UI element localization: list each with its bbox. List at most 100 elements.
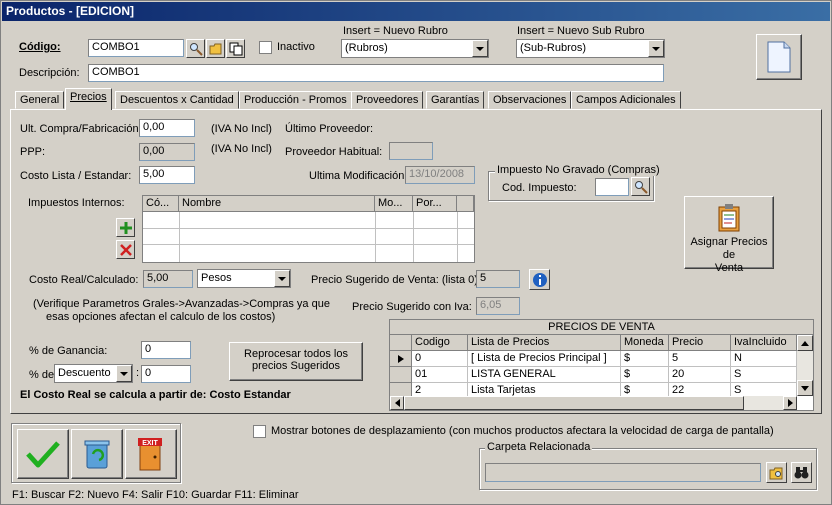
impuestos-internos-grid[interactable]: Có... Nombre Mo... Por...: [142, 195, 475, 263]
costo-real-note: El Costo Real se calcula a partir de: Co…: [20, 389, 291, 401]
add-impuesto-button[interactable]: [116, 218, 135, 237]
table-cell[interactable]: LISTA GENERAL: [468, 367, 621, 383]
subrubro-hint: Insert = Nuevo Sub Rubro: [517, 25, 645, 37]
current-row-indicator: [390, 351, 412, 367]
current-row-arrow-icon: [397, 354, 404, 363]
ult-compra-input[interactable]: 0,00: [139, 119, 195, 137]
codigo-input[interactable]: COMBO1: [88, 39, 184, 57]
scroll-left-button[interactable]: [390, 396, 404, 410]
costo-lista-input[interactable]: 5,00: [139, 166, 195, 184]
info-button[interactable]: [529, 269, 550, 290]
ultimo-proveedor-label: Último Proveedor:: [285, 123, 374, 135]
table-cell[interactable]: [ Lista de Precios Principal ]: [468, 351, 621, 367]
scroll-thumb[interactable]: [404, 396, 744, 410]
table-cell[interactable]: N: [731, 351, 797, 367]
rubro-hint: Insert = Nuevo Rubro: [343, 25, 448, 37]
tab-general[interactable]: General: [15, 91, 65, 109]
chevron-down-icon: [648, 40, 664, 57]
imp-col-porcentaje: Por...: [413, 196, 457, 212]
exit-sign-text: EXIT: [142, 440, 158, 447]
precio-sug-iva-value: 6,05: [476, 297, 520, 315]
carpeta-relacionada-field: [485, 463, 761, 482]
binoculars-button[interactable]: [791, 462, 812, 483]
tab-garantias[interactable]: Garantías: [426, 91, 485, 109]
table-cell[interactable]: 5: [669, 351, 731, 367]
open-folder-button[interactable]: [206, 39, 225, 58]
asignar-precios-label-2: Venta: [714, 262, 744, 274]
copy-button[interactable]: [226, 39, 245, 58]
table-cell[interactable]: 01: [412, 367, 468, 383]
tab-produccion[interactable]: Producción - Promos: [239, 91, 352, 109]
document-icon: [767, 41, 791, 73]
horizontal-scrollbar[interactable]: [390, 396, 797, 410]
ganancia-input[interactable]: 0: [141, 341, 191, 359]
cod-impuesto-input[interactable]: [595, 178, 629, 196]
imp-col-filler: [457, 196, 474, 212]
iva-no-incl-1: (IVA No Incl): [211, 123, 272, 135]
search-codigo-button[interactable]: [186, 39, 205, 58]
table-cell[interactable]: $: [621, 351, 669, 367]
tab-precios[interactable]: Precios: [65, 88, 112, 110]
row-indicator: [390, 367, 412, 383]
subrubro-select[interactable]: (Sub-Rubros): [516, 39, 665, 58]
scroll-down-icon: [801, 385, 809, 391]
pv-col-precio: Precio: [669, 335, 731, 351]
rubro-select[interactable]: (Rubros): [341, 39, 489, 58]
pv-col-moneda: Moneda: [621, 335, 669, 351]
inactivo-label: Inactivo: [277, 41, 315, 53]
row-indicator-header: [390, 335, 412, 351]
scroll-up-icon: [801, 340, 809, 346]
scroll-right-icon: [787, 399, 793, 407]
remove-impuesto-button[interactable]: [116, 240, 135, 259]
precio-sugerido-label: Precio Sugerido de Venta: (lista 0): [311, 274, 478, 286]
tab-proveedores[interactable]: Proveedores: [351, 91, 424, 109]
binoculars-icon: [794, 467, 809, 479]
imp-col-nombre: Nombre: [179, 196, 375, 212]
search-icon: [189, 42, 203, 56]
tab-campos-adicionales[interactable]: Campos Adicionales: [571, 91, 681, 109]
open-carpeta-button[interactable]: [766, 462, 787, 483]
descuento-input[interactable]: 0: [141, 365, 191, 383]
table-cell[interactable]: S: [731, 367, 797, 383]
moneda-select[interactable]: Pesos: [197, 269, 291, 288]
search-impuesto-button[interactable]: [631, 177, 650, 196]
precios-venta-grid[interactable]: PRECIOS DE VENTA Codigo Lista de Precios…: [389, 319, 814, 411]
subrubro-value: (Sub-Rubros): [520, 42, 587, 54]
mostrar-botones-label: Mostrar botones de desplazamiento (con m…: [271, 425, 774, 437]
table-cell[interactable]: 20: [669, 367, 731, 383]
chevron-down-icon: [472, 40, 488, 57]
costo-real-label: Costo Real/Calculado:: [29, 274, 139, 286]
scroll-right-button[interactable]: [783, 396, 797, 410]
asignar-precios-button[interactable]: Asignar Precios de Venta: [684, 196, 774, 274]
codigo-label: Código:: [19, 41, 61, 53]
ult-compra-label: Ult. Compra/Fabricación:: [20, 123, 142, 135]
exit-button[interactable]: EXIT: [125, 429, 177, 479]
descuento-select[interactable]: Descuento: [54, 364, 133, 383]
recycle-button[interactable]: [71, 429, 123, 479]
folder-icon: [209, 43, 221, 54]
tab-descuentos[interactable]: Descuentos x Cantidad: [115, 91, 239, 109]
vertical-scrollbar[interactable]: [797, 335, 813, 396]
pv-col-codigo: Codigo: [412, 335, 468, 351]
proveedor-habitual-label: Proveedor Habitual:: [285, 146, 383, 158]
window-title: Productos - [EDICION]: [2, 2, 830, 21]
table-cell[interactable]: $: [621, 367, 669, 383]
descripcion-input[interactable]: COMBO1: [88, 64, 664, 82]
scroll-down-button[interactable]: [797, 380, 813, 396]
ganancia-label: % de Ganancia:: [29, 345, 108, 357]
ultima-mod-value: 13/10/2008: [405, 166, 475, 184]
reprocesar-button[interactable]: Reprocesar todos los precios Sugeridos: [229, 342, 363, 381]
scroll-up-button[interactable]: [797, 335, 813, 351]
mostrar-botones-checkbox[interactable]: [253, 425, 266, 438]
tab-observaciones[interactable]: Observaciones: [488, 91, 572, 109]
save-button[interactable]: [17, 429, 69, 479]
table-cell[interactable]: 0: [412, 351, 468, 367]
delete-x-icon: [119, 243, 132, 256]
costo-real-value: 5,00: [143, 270, 193, 288]
verifique-line-2: esas opciones afectan el calculo de los …: [46, 311, 276, 323]
grid-line: [375, 212, 376, 262]
inactivo-checkbox[interactable]: [259, 41, 272, 54]
impuesto-ng-title: Impuesto No Gravado (Compras): [495, 164, 662, 176]
new-document-button[interactable]: [756, 34, 802, 80]
proveedor-habitual-field: [389, 142, 433, 160]
